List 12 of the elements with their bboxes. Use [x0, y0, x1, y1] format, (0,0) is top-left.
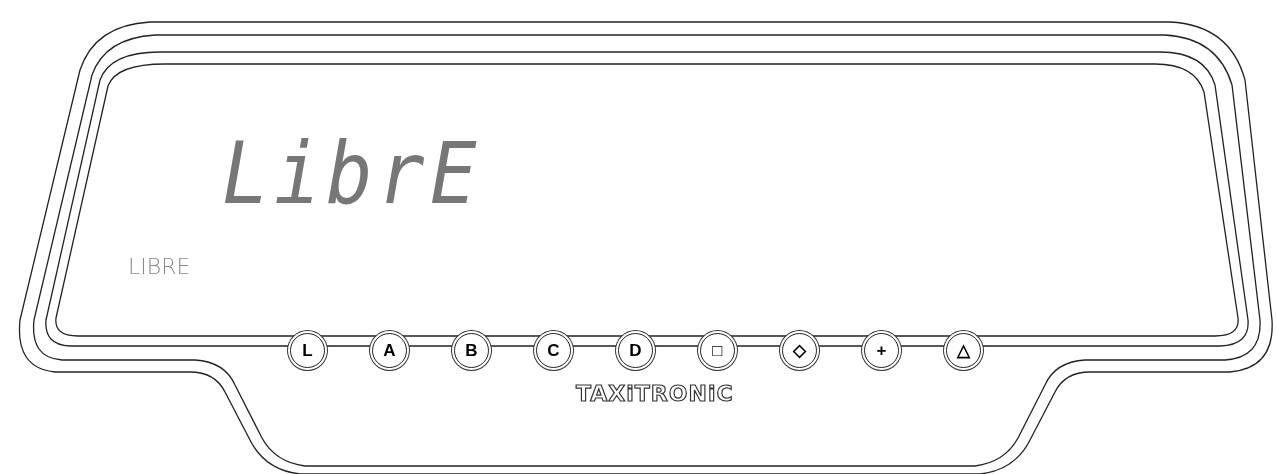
- meter-key[interactable]: L: [290, 333, 325, 368]
- meter-key[interactable]: △: [946, 333, 981, 368]
- meter-key[interactable]: A: [372, 333, 407, 368]
- meter-key[interactable]: D: [618, 333, 653, 368]
- meter-key[interactable]: □: [700, 333, 735, 368]
- meter-key[interactable]: ◇: [782, 333, 817, 368]
- meter-key[interactable]: +: [864, 333, 899, 368]
- status-label: LIBRE: [128, 254, 191, 281]
- brand-logo: TAXiTRONiC: [576, 382, 734, 407]
- display-reading: LibrE: [222, 130, 482, 216]
- meter-key[interactable]: B: [454, 333, 489, 368]
- meter-key[interactable]: C: [536, 333, 571, 368]
